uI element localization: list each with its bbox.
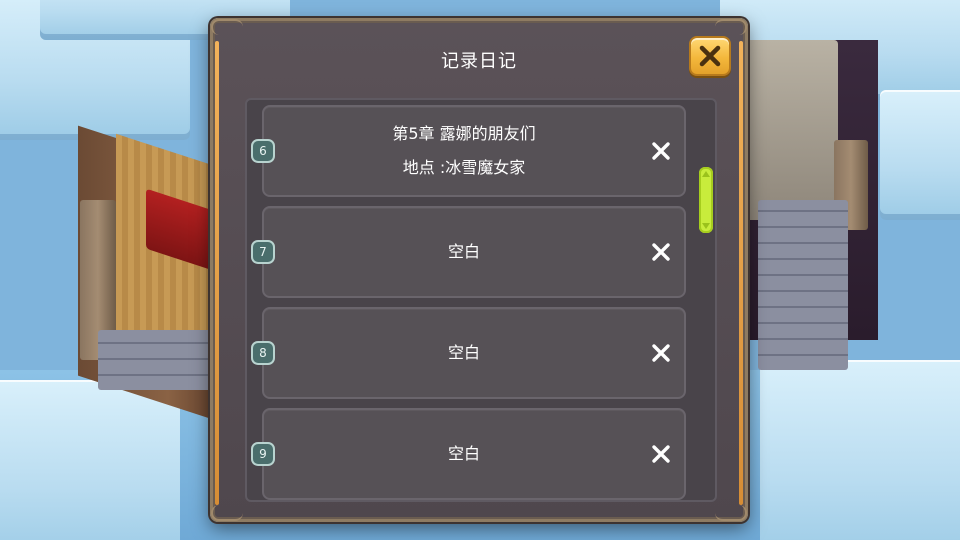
slot-info: 第5章 露娜的朋友们 地点 :冰雪魔女家 [304,107,624,195]
dialog-accent-left [215,41,219,505]
save-journal-dialog: 记录日记 6 第5章 露娜的朋友们 地点 :冰雪魔女家 7 空白 8 空白 9 … [210,18,748,522]
frame-corner-ornament [211,19,243,35]
save-slot[interactable]: 9 空白 [251,408,686,500]
close-x-icon [699,45,721,67]
frame-corner-ornament [715,19,747,35]
save-slot-list[interactable]: 6 第5章 露娜的朋友们 地点 :冰雪魔女家 7 空白 8 空白 9 空白 [245,98,717,502]
delete-slot-button[interactable] [650,140,672,162]
slot-number-badge: 6 [251,139,275,163]
slot-location-text: 地点 :冰雪魔女家 [402,158,526,177]
save-slot[interactable]: 6 第5章 露娜的朋友们 地点 :冰雪魔女家 [251,105,686,197]
slot-number-badge: 8 [251,341,275,365]
list-scrollbar-thumb[interactable] [699,167,713,233]
delete-slot-button[interactable] [650,342,672,364]
slot-empty-text: 空白 [447,343,480,362]
slot-info: 空白 [304,309,624,397]
close-button[interactable] [689,36,731,76]
delete-x-icon [652,344,670,362]
slot-empty-text: 空白 [447,242,480,261]
delete-x-icon [652,243,670,261]
slot-chapter-text: 第5章 露娜的朋友们 [392,124,536,143]
delete-x-icon [652,445,670,463]
slot-number-badge: 9 [251,442,275,466]
delete-slot-button[interactable] [650,443,672,465]
delete-x-icon [652,142,670,160]
scroll-down-arrow-icon [702,223,710,229]
slot-number-badge: 7 [251,240,275,264]
slot-info: 空白 [304,208,624,296]
delete-slot-button[interactable] [650,241,672,263]
dialog-title: 记录日记 [441,51,517,72]
frame-corner-ornament [211,505,243,521]
save-slot[interactable]: 8 空白 [251,307,686,399]
slot-info: 空白 [304,410,624,498]
scroll-up-arrow-icon [702,171,710,177]
slot-empty-text: 空白 [447,444,480,463]
frame-corner-ornament [715,505,747,521]
save-slot[interactable]: 7 空白 [251,206,686,298]
dialog-accent-right [739,41,743,505]
